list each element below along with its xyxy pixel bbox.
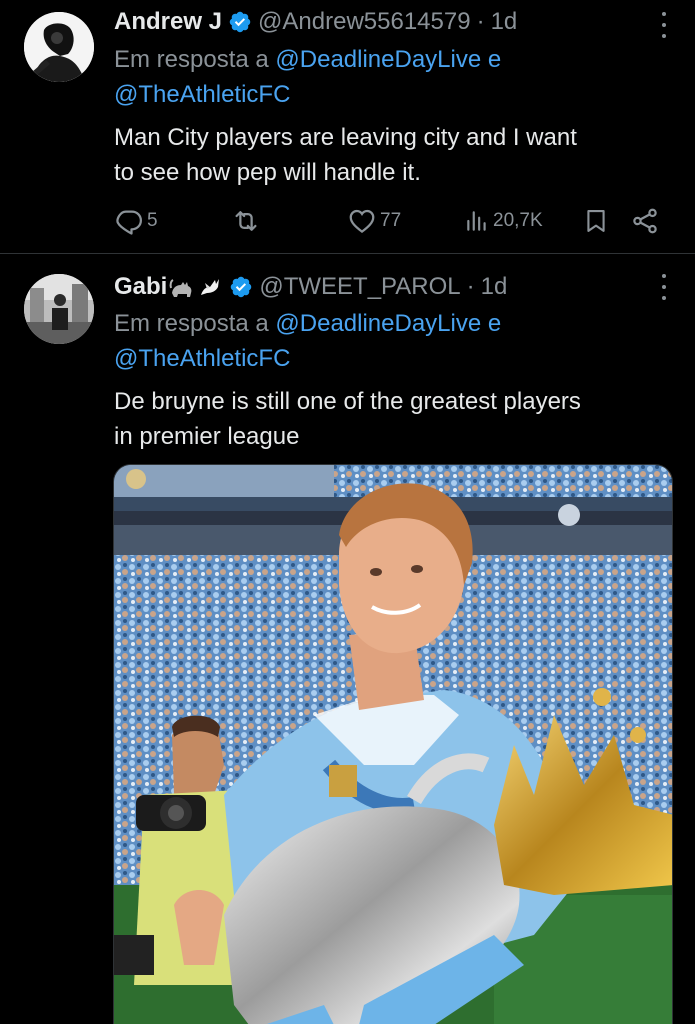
mention-link[interactable]: @DeadlineDayLive	[275, 46, 481, 73]
tweet[interactable]: Gabi @TWEET_PAROL · 1d Em resposta a @De…	[0, 254, 695, 1024]
tweet-text-line: to see how pep will handle it.	[114, 159, 421, 186]
like-count: 77	[380, 210, 402, 231]
verified-badge-icon	[229, 11, 251, 33]
reply-conjunction: e	[487, 310, 502, 337]
bookmark-button[interactable]	[582, 203, 610, 239]
author-handle[interactable]: @Andrew55614579	[258, 8, 471, 36]
black-cat-icon	[169, 275, 195, 299]
reply-button[interactable]: 5	[114, 203, 158, 239]
tweet-text-line: in premier league	[114, 423, 300, 450]
like-icon	[349, 209, 375, 234]
tweet-text-line: Man City players are leaving city and I …	[114, 124, 577, 151]
views-button[interactable]: 20,7K	[464, 203, 543, 239]
verified-badge-icon	[231, 276, 252, 298]
action-bar: 5 77 20,7K	[114, 203, 664, 239]
mention-link[interactable]: @TheAthleticFC	[114, 81, 290, 108]
reply-context: Em resposta a @DeadlineDayLive e @TheAth…	[114, 306, 655, 376]
author-name[interactable]: Andrew J	[114, 8, 222, 36]
separator: ·	[476, 8, 485, 35]
tweet-header: Andrew J @Andrew55614579 · 1d	[114, 4, 635, 40]
reply-count: 5	[147, 210, 158, 231]
bookmark-icon	[587, 210, 605, 232]
like-button[interactable]: 77	[347, 203, 401, 239]
tweet-text-line: De bruyne is still one of the greatest p…	[114, 388, 581, 415]
views-count: 20,7K	[493, 210, 543, 231]
reply-conjunction: e	[487, 46, 502, 73]
timestamp[interactable]: 1d	[491, 8, 518, 36]
avatar[interactable]	[24, 12, 94, 82]
timestamp[interactable]: 1d	[481, 273, 508, 301]
tweet-text: De bruyne is still one of the greatest p…	[114, 384, 655, 454]
reply-icon	[116, 210, 142, 235]
share-icon	[633, 208, 657, 234]
mention-link[interactable]: @DeadlineDayLive	[275, 310, 481, 337]
separator: ·	[466, 273, 475, 300]
reply-prefix: Em resposta a	[114, 310, 269, 337]
tweet-header: Gabi @TWEET_PAROL · 1d	[114, 269, 635, 305]
tweet-photo[interactable]	[113, 464, 673, 1024]
mention-link[interactable]: @TheAthleticFC	[114, 345, 290, 372]
tweet[interactable]: Andrew J @Andrew55614579 · 1d Em respost…	[0, 0, 695, 254]
author-handle[interactable]: @TWEET_PAROL	[259, 273, 460, 301]
tweet-text: Man City players are leaving city and I …	[114, 120, 655, 190]
retweet-button[interactable]	[230, 203, 262, 239]
views-icon	[467, 211, 486, 231]
author-name[interactable]: Gabi	[114, 273, 167, 301]
retweet-icon	[235, 211, 257, 231]
share-button[interactable]	[630, 203, 660, 239]
reply-prefix: Em resposta a	[114, 46, 269, 73]
avatar[interactable]	[24, 274, 94, 344]
reply-context: Em resposta a @DeadlineDayLive e @TheAth…	[114, 42, 655, 112]
dove-icon	[197, 275, 223, 299]
more-icon[interactable]	[661, 12, 667, 38]
more-icon[interactable]	[661, 274, 667, 300]
